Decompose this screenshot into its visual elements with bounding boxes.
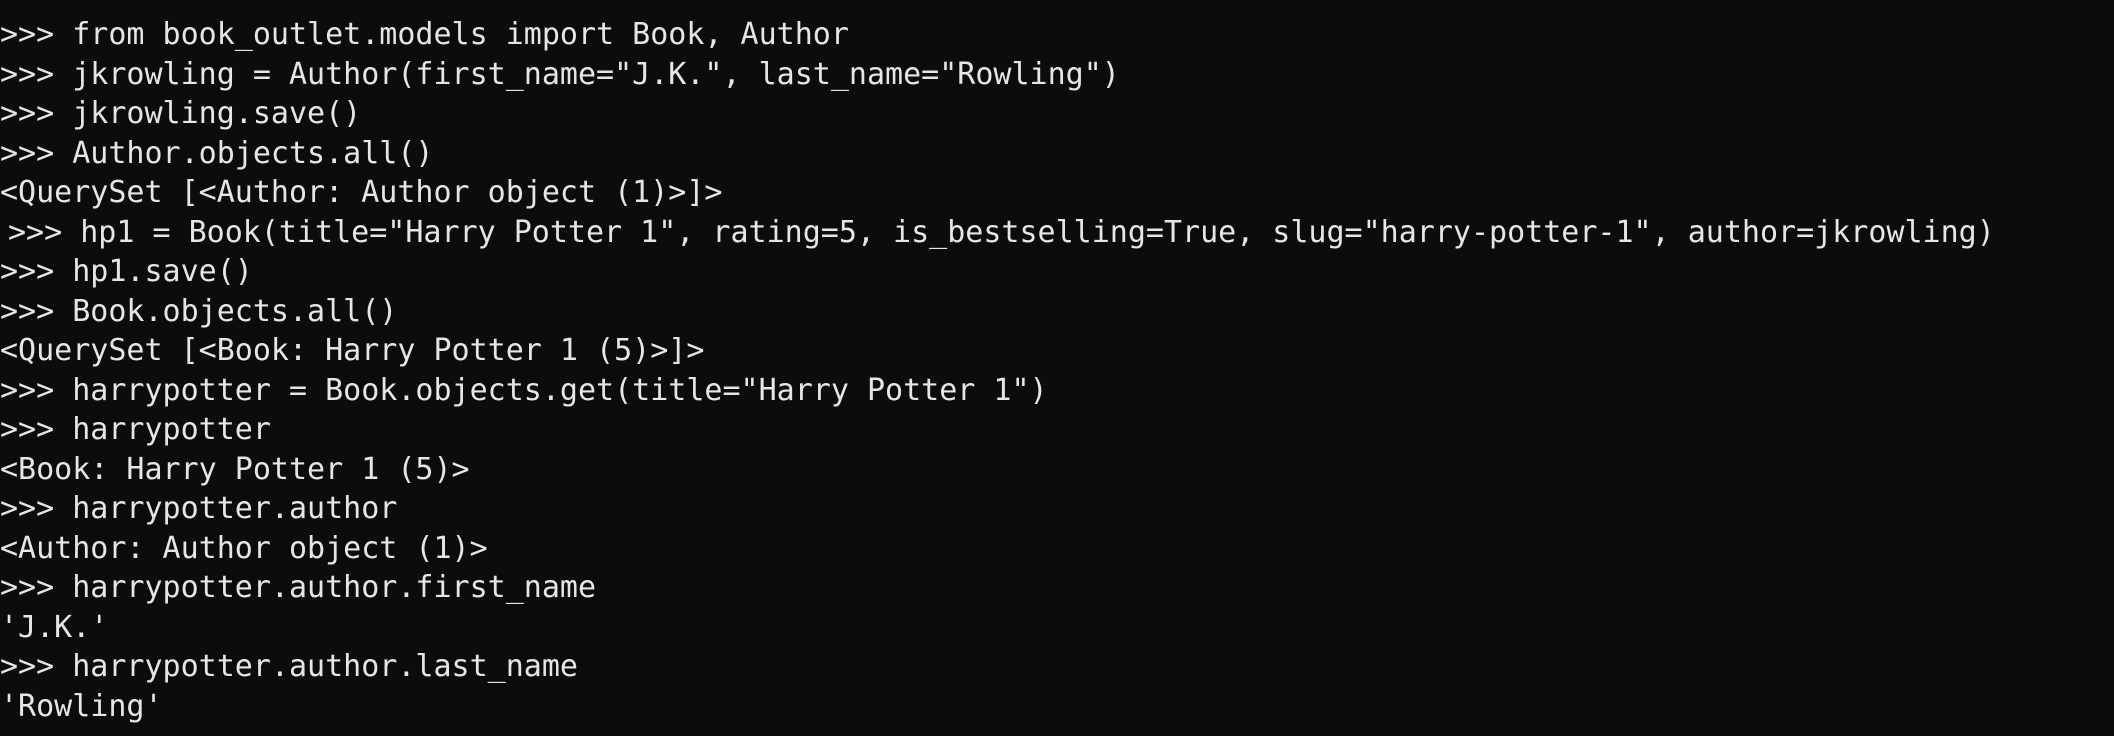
output-text: 'J.K.' [0,609,109,645]
terminal-line: >>> Book.objects.all() [0,292,2114,332]
terminal-window[interactable]: >>> from book_outlet.models import Book,… [0,0,2114,736]
terminal-line: >>> hp1.save() [0,252,2114,292]
prompt: >>> [0,293,55,329]
terminal-output-line: <QuerySet [<Book: Harry Potter 1 (5)>]> [0,331,2114,371]
output-text: <Author: Author object (1)> [0,530,488,566]
terminal-line: >>> jkrowling.save() [0,94,2114,134]
command-text: harrypotter.author.first_name [72,570,597,605]
command-text: from book_outlet.models import Book, Aut… [72,17,849,52]
terminal-line: >>> harrypotter.author [0,489,2114,529]
prompt: >>> [0,570,55,605]
command-text: jkrowling.save() [72,96,362,131]
command-text: harrypotter.author.last_name [72,649,578,684]
terminal-line: >>> from book_outlet.models import Book,… [0,15,2114,55]
output-text: 'Rowling' [0,688,163,724]
output-text: <Book: Harry Potter 1 (5)> [0,451,470,487]
prompt: >>> [0,56,55,92]
terminal-line: >>> harrypotter.author.first_name [0,568,2114,608]
prompt: >>> [0,649,55,684]
prompt: >>> [0,372,55,408]
command-text: Book.objects.all() [72,293,398,329]
terminal-line: >>> hp1 = Book(title="Harry Potter 1", r… [0,213,2114,253]
command-text: harrypotter = Book.objects.get(title="Ha… [72,372,1048,408]
terminal-output-line: 'Rowling' [0,687,2114,727]
prompt: >>> [0,254,55,289]
output-text: <QuerySet [<Author: Author object (1)>]> [0,175,723,210]
prompt: >>> [8,214,63,250]
command-text: harrypotter.author [72,491,398,526]
terminal-line: >>> harrypotter = Book.objects.get(title… [0,371,2114,411]
command-text: Author.objects.all() [72,135,434,171]
command-text: harrypotter [72,412,271,447]
terminal-output-line: 'J.K.' [0,608,2114,648]
command-text: hp1.save() [72,254,253,289]
output-text: <QuerySet [<Book: Harry Potter 1 (5)>]> [0,333,705,368]
prompt: >>> [0,135,55,171]
terminal-line: >>> Author.objects.all() [0,134,2114,174]
terminal-line: >>> jkrowling = Author(first_name="J.K."… [0,55,2114,95]
prompt: >>> [0,491,55,526]
terminal-output-line: <Book: Harry Potter 1 (5)> [0,450,2114,490]
prompt: >>> [0,17,55,52]
prompt: >>> [0,412,55,447]
command-text: hp1 = Book(title="Harry Potter 1", ratin… [80,214,1995,250]
command-text: jkrowling = Author(first_name="J.K.", la… [72,56,1120,92]
terminal-line: >>> harrypotter [0,410,2114,450]
prompt: >>> [0,96,55,131]
terminal-output-line: <QuerySet [<Author: Author object (1)>]> [0,173,2114,213]
terminal-output-line: <Author: Author object (1)> [0,529,2114,569]
terminal-line: >>> harrypotter.author.last_name [0,647,2114,687]
